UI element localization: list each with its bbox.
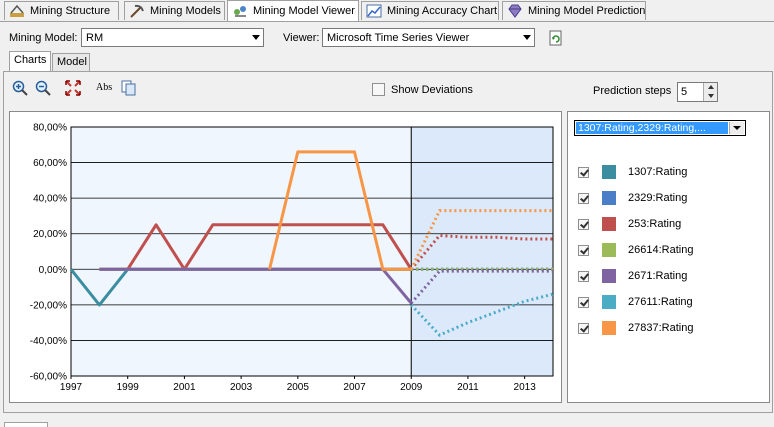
viewer-label: Viewer: [283, 32, 320, 44]
checkbox[interactable] [372, 83, 385, 96]
zoom-out-icon[interactable] [35, 80, 51, 96]
tab-label: Mining Models [150, 5, 221, 17]
pickaxe-icon [129, 4, 145, 18]
legend-checkbox[interactable] [578, 218, 589, 230]
legend-checkbox[interactable] [578, 296, 589, 308]
chart-canvas: 80,00% 60,00% 40,00% 20,00% 0,00% -20,00% -40,… [30, 123, 554, 393]
viewer-select[interactable]: Microsoft Time Series Viewer [322, 28, 535, 47]
legend-label: 2329:Rating [628, 192, 688, 204]
series-legend-panel: 1307:Rating,2329:Rating,... 1307:Rating 2… [567, 111, 770, 403]
y-tick-label: 80,00% [33, 123, 67, 134]
y-tick-label: 20,00% [33, 229, 67, 240]
viewer-value: Microsoft Time Series Viewer [327, 31, 470, 44]
chevron-up-icon [707, 85, 714, 89]
y-tick-label: -40,00% [30, 336, 67, 347]
legend-item: 27837:Rating [578, 321, 693, 335]
tab-charts[interactable]: Charts [9, 51, 51, 72]
prediction-steps-value: 5 [681, 86, 688, 98]
show-deviations-label: Show Deviations [391, 83, 473, 96]
status-strip [0, 413, 774, 427]
tab-label: Mining Model Viewer [253, 5, 355, 17]
series-select[interactable]: 1307:Rating,2329:Rating,... [574, 120, 746, 136]
legend-swatch [602, 191, 616, 205]
tab-label: Model [57, 56, 87, 68]
tab-mining-structure[interactable]: Mining Structure [4, 1, 119, 20]
x-tick-label: 2009 [400, 382, 423, 393]
show-deviations-checkbox[interactable]: Show Deviations [372, 83, 473, 96]
y-tick-label: -20,00% [30, 300, 67, 311]
legend-swatch [602, 295, 616, 309]
x-tick-label: 2011 [457, 382, 479, 393]
legend-item: 2671:Rating [578, 269, 687, 283]
legend-label: 253:Rating [628, 218, 682, 230]
tab-mining-model-prediction[interactable]: Mining Model Prediction [502, 1, 646, 20]
prediction-steps-spinner[interactable]: 5 [677, 82, 718, 102]
designer-tab-bar: Mining Structure Mining Models Mining Mo… [0, 0, 774, 22]
x-tick-label: 2013 [514, 382, 537, 393]
legend-checkbox[interactable] [578, 166, 589, 178]
tab-label: Mining Accuracy Chart [387, 5, 498, 17]
legend-label: 1307:Rating [628, 166, 688, 178]
legend-item: 2329:Rating [578, 191, 687, 205]
legend-swatch [602, 165, 616, 179]
mining-model-value: RM [86, 31, 104, 44]
y-tick-label: -60,00% [30, 372, 67, 383]
series-select-value: 1307:Rating,2329:Rating,... [576, 122, 728, 134]
time-series-chart[interactable]: 80,00% 60,00% 40,00% 20,00% 0,00% -20,00% -40,… [9, 111, 562, 403]
x-tick-label: 2005 [287, 382, 310, 393]
legend-label: 27837:Rating [628, 322, 694, 334]
legend-item: 253:Rating [578, 217, 681, 231]
tab-label: Charts [14, 54, 47, 66]
x-tick-label: 2007 [343, 382, 366, 393]
mining-model-label: Mining Model: [9, 32, 78, 44]
chevron-down-icon [733, 126, 741, 130]
legend-checkbox[interactable] [578, 192, 589, 204]
legend-label: 2671:Rating [628, 270, 688, 282]
y-tick-label: 40,00% [33, 194, 67, 205]
prediction-steps-label: Prediction steps [593, 85, 672, 97]
legend-label: 27611:Rating [628, 296, 693, 308]
legend-item: 26614:Rating [578, 243, 693, 257]
tab-mining-models[interactable]: Mining Models [124, 1, 225, 20]
mining-model-select[interactable]: RM [81, 28, 264, 47]
accuracy-chart-icon [366, 4, 382, 18]
legend-swatch [602, 269, 616, 283]
x-tick-label: 2001 [173, 382, 196, 393]
history-area [71, 127, 412, 376]
tab-mining-model-viewer[interactable]: Mining Model Viewer [227, 0, 359, 21]
chevron-down-icon [523, 35, 531, 40]
x-tick-label: 1997 [60, 382, 83, 393]
y-tick-label: 60,00% [33, 158, 67, 169]
legend-swatch [602, 321, 616, 335]
tab-model[interactable]: Model [52, 53, 90, 71]
y-tick-label: 0,00% [39, 265, 67, 276]
copy-icon[interactable] [121, 80, 137, 96]
legend-checkbox[interactable] [578, 244, 589, 256]
legend-checkbox[interactable] [578, 322, 589, 334]
x-tick-label: 2003 [230, 382, 253, 393]
model-viewer-icon [232, 4, 248, 18]
legend-item: 1307:Rating [578, 165, 687, 179]
legend-checkbox[interactable] [578, 270, 589, 282]
legend-swatch [602, 217, 616, 231]
x-tick-label: 1999 [117, 382, 140, 393]
tab-label: Mining Model Prediction [528, 5, 646, 17]
abs-toggle-button[interactable]: Abs [96, 80, 118, 96]
fit-to-window-icon[interactable] [65, 80, 81, 96]
zoom-in-icon[interactable] [12, 80, 28, 96]
chevron-down-icon [707, 94, 714, 98]
spin-down-button[interactable] [703, 92, 717, 101]
abs-label: Abs [96, 82, 113, 93]
mining-structure-icon [9, 4, 25, 18]
diamond-icon [507, 4, 523, 18]
legend-item: 27611:Rating [578, 295, 693, 309]
tab-label: Mining Structure [30, 5, 111, 17]
legend-label: 26614:Rating [628, 244, 694, 256]
forecast-area [411, 127, 553, 376]
series-dropdown-button[interactable] [729, 122, 744, 134]
legend-swatch [602, 243, 616, 257]
refresh-icon[interactable] [548, 30, 564, 46]
chevron-down-icon [252, 35, 260, 40]
tab-mining-accuracy-chart[interactable]: Mining Accuracy Chart [361, 1, 499, 20]
